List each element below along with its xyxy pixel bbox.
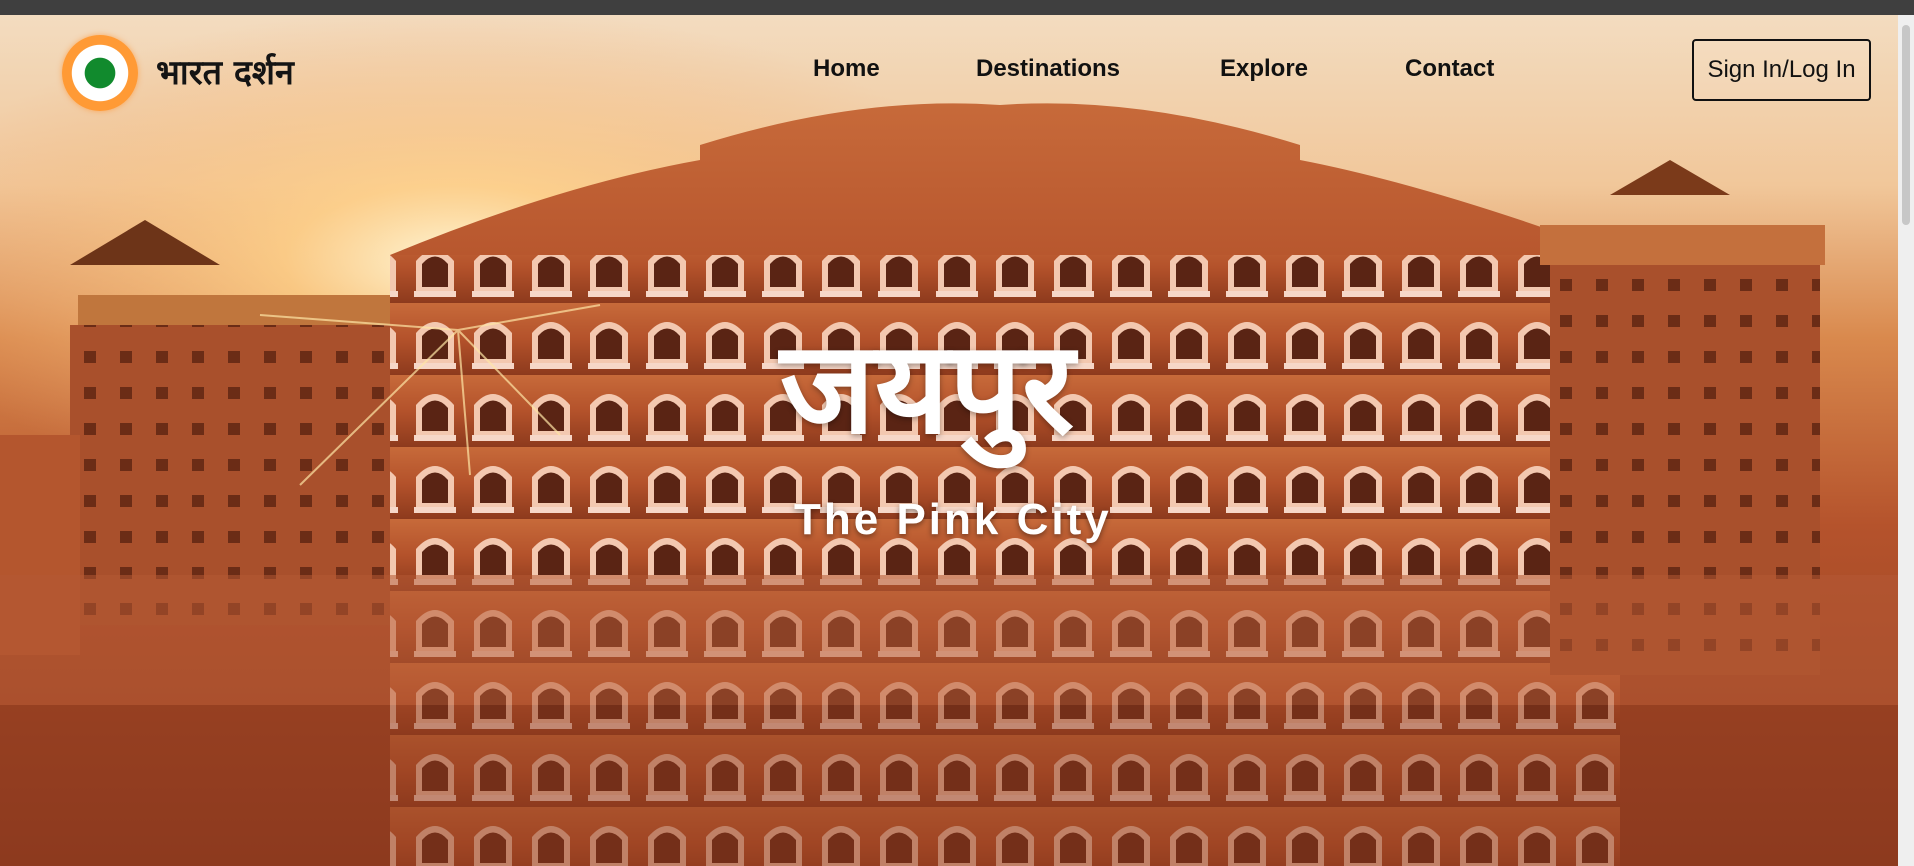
hero-subtitle: The Pink City (794, 495, 1112, 544)
site-title[interactable]: भारत दर्शन (156, 48, 294, 94)
page-scrollbar[interactable] (1898, 15, 1914, 866)
hero-title: जयपुर (780, 314, 1075, 463)
hero-section: भारत दर्शन Home Destinations Explore Con… (0, 15, 1898, 866)
tricolor-chakra-icon[interactable] (62, 35, 138, 111)
scrollbar-thumb[interactable] (1902, 25, 1910, 225)
nav-destinations-link[interactable]: Destinations (976, 55, 1120, 83)
browser-top-strip (0, 0, 1914, 15)
signin-button[interactable]: Sign In/Log In (1692, 39, 1871, 101)
nav-home-link[interactable]: Home (813, 55, 880, 83)
nav-explore-link[interactable]: Explore (1220, 55, 1308, 83)
nav-contact-link[interactable]: Contact (1405, 55, 1494, 83)
